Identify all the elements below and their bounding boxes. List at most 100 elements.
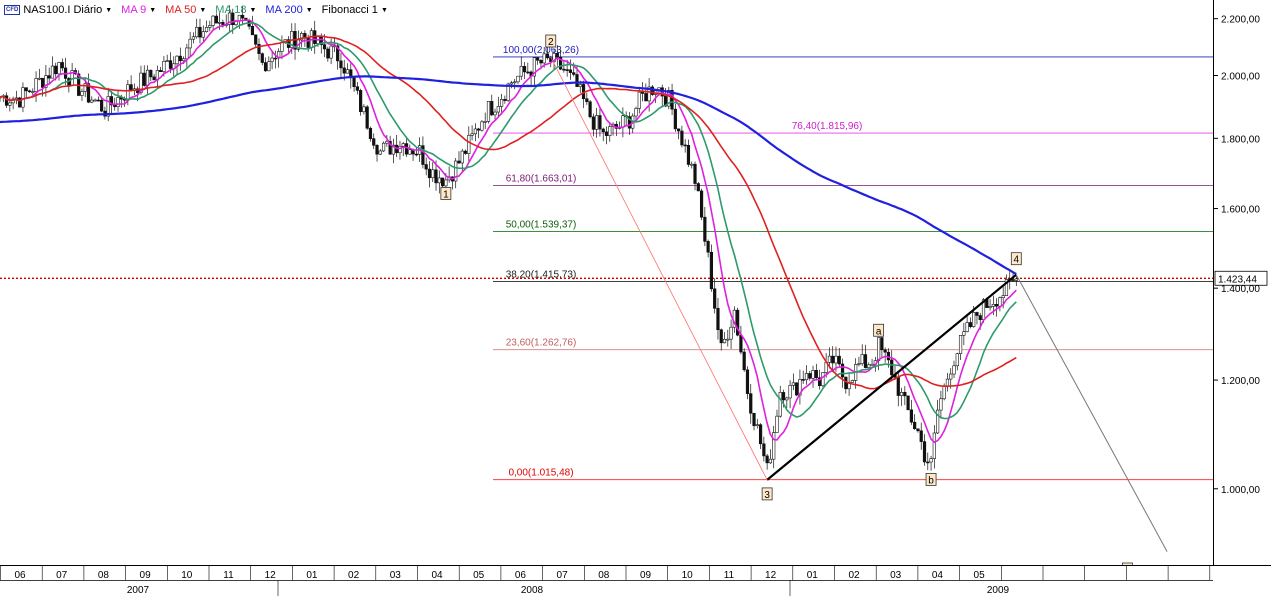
candle-body	[60, 62, 64, 69]
candle-body	[942, 385, 946, 400]
candle-body	[696, 183, 700, 192]
candle-body	[788, 385, 792, 399]
x-month-label: 12	[765, 570, 777, 581]
candle-body	[673, 108, 677, 130]
candle-body	[598, 115, 602, 130]
symbol-label: NAS100.I Diário	[23, 4, 103, 16]
candle-body	[191, 36, 196, 40]
candle-body	[195, 26, 199, 38]
x-month-label: 10	[181, 570, 193, 581]
y-tick-label: 2.000,00	[1221, 72, 1260, 83]
y-tick-label: 1.800,00	[1221, 134, 1260, 145]
indicator-ma50[interactable]: MA 50 ▼	[165, 4, 206, 16]
fibonacci-levels[interactable]: 100,00(2.063,26) 76,40(1.815,96) 61,80(1.6…	[0, 45, 1213, 481]
candle-body	[857, 363, 861, 365]
candle-body	[949, 373, 953, 380]
candle-body	[270, 57, 274, 62]
indicator-ma200[interactable]: MA 200 ▼	[265, 4, 312, 16]
candle-body	[909, 409, 913, 423]
candle-body	[595, 115, 599, 130]
candle-body	[372, 138, 376, 146]
candle-body	[126, 84, 130, 101]
candle-body	[831, 355, 835, 364]
candle-body	[221, 22, 225, 26]
candle-body	[214, 15, 218, 24]
candle-body	[201, 31, 205, 38]
candle-body	[254, 34, 258, 45]
candle-body	[463, 150, 468, 154]
indicator-fibonacci[interactable]: Fibonacci 1 ▼	[322, 4, 388, 16]
candle-body	[280, 42, 284, 52]
candle-body	[18, 97, 22, 108]
trendline	[1015, 274, 1168, 552]
candle-body	[408, 149, 412, 155]
candle-body	[375, 145, 379, 155]
candle-body	[995, 303, 999, 307]
candle-body	[634, 108, 638, 117]
x-month-label: 12	[265, 570, 277, 581]
candle-body	[745, 369, 750, 394]
candle-body	[188, 38, 192, 49]
candle-body	[945, 378, 950, 387]
candle-body	[326, 48, 330, 59]
candle-body	[152, 76, 156, 81]
indicator-ma18[interactable]: MA 18 ▼	[215, 4, 256, 16]
candle-body	[460, 150, 464, 164]
candle-body	[860, 354, 864, 364]
candle-body	[31, 91, 35, 93]
candle-body	[352, 77, 356, 87]
candle-body	[96, 99, 100, 102]
x-month-label: 05	[473, 570, 485, 581]
candle-body	[575, 74, 579, 87]
candle-body	[480, 121, 484, 131]
candle-body	[381, 142, 386, 152]
candle-body	[991, 303, 995, 307]
x-month-label: 03	[890, 570, 902, 581]
candle-body	[90, 99, 94, 103]
candle-body	[808, 373, 812, 379]
candle-body	[542, 53, 546, 64]
candle-body	[263, 62, 268, 72]
candle-body	[585, 98, 589, 103]
candle-body	[490, 101, 494, 116]
candle-body	[690, 163, 694, 166]
candle-body	[339, 60, 343, 69]
candle-body	[477, 128, 481, 131]
candles	[0, 5, 1018, 471]
candle-body	[47, 75, 51, 79]
candle-body	[522, 66, 527, 73]
candle-body	[503, 99, 507, 101]
candle-body	[467, 135, 471, 154]
candle-body	[204, 27, 209, 32]
candle-body	[565, 69, 569, 71]
price-chart[interactable]: 100,00(2.063,26) 76,40(1.815,96) 61,80(1.6…	[0, 0, 1271, 596]
candle-body	[260, 53, 264, 63]
fib-level-label: 61,80(1.663,01)	[506, 174, 577, 185]
candle-body	[329, 45, 333, 59]
candle-body	[772, 432, 776, 460]
indicator-ma9[interactable]: MA 9 ▼	[121, 4, 156, 16]
chevron-down-icon: ▼	[199, 6, 207, 14]
candle-body	[539, 60, 543, 64]
candle-body	[100, 99, 104, 112]
x-month-label: 05	[974, 570, 986, 581]
x-month-label: 03	[390, 570, 402, 581]
symbol-selector[interactable]: CFD NAS100.I Diário ▼	[4, 4, 112, 16]
candle-body	[952, 365, 956, 375]
candle-body	[795, 382, 799, 396]
x-month-label: 04	[431, 570, 443, 581]
candle-body	[677, 128, 681, 132]
candle-body	[758, 424, 763, 445]
wave-label-a: a	[876, 326, 882, 337]
candle-body	[962, 331, 966, 336]
candle-body	[401, 143, 405, 147]
x-month-label: 02	[848, 570, 860, 581]
candle-body	[827, 355, 832, 363]
candle-body	[168, 60, 173, 69]
candle-body	[421, 145, 425, 165]
candle-body	[440, 177, 445, 187]
candle-body	[1001, 295, 1005, 298]
candle-body	[185, 47, 189, 60]
candle-body	[877, 337, 881, 361]
candle-body	[699, 190, 704, 218]
